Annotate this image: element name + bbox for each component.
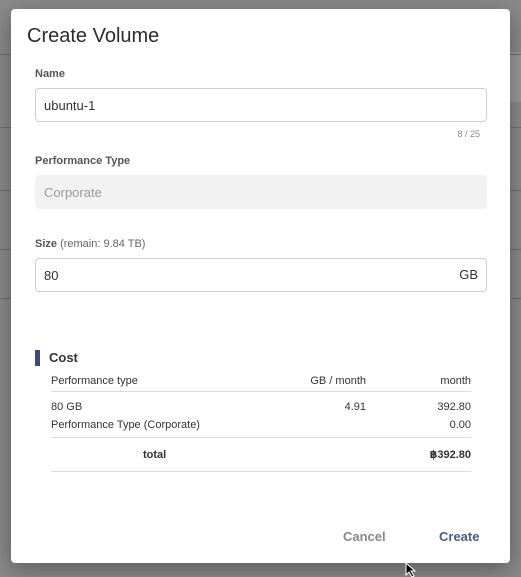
table-row: Performance Type (Corporate) 0.00: [51, 416, 471, 434]
cost-table-header: Performance type GB / month month: [51, 372, 471, 392]
dialog-title: Create Volume: [27, 25, 160, 47]
cost-table: Performance type GB / month month 80 GB …: [51, 372, 471, 472]
cost-month: 0.00: [449, 419, 471, 431]
name-label: Name: [35, 68, 65, 80]
cancel-button[interactable]: Cancel: [343, 529, 386, 544]
cost-section-title: Cost: [35, 350, 78, 366]
create-volume-dialog: Create Volume Name 8 / 25 Performance Ty…: [11, 9, 510, 563]
total-label: total: [143, 449, 167, 461]
name-input[interactable]: [35, 88, 487, 122]
mouse-cursor-icon: [405, 563, 417, 577]
size-label: Size: [35, 238, 58, 250]
cost-item: Performance Type (Corporate): [51, 419, 200, 431]
create-button[interactable]: Create: [439, 529, 479, 544]
cost-month: 392.80: [437, 401, 471, 413]
table-row: 80 GB 4.91 392.80: [51, 398, 471, 416]
cost-total-row: total ฿392.80: [51, 438, 471, 472]
total-value: ฿392.80: [429, 449, 471, 461]
background-panel: [509, 52, 521, 102]
size-label-row: Size (remain: 9.84 TB): [35, 238, 145, 250]
performance-type-input: [35, 175, 487, 209]
name-char-counter: 8 / 25: [457, 129, 480, 139]
header-gb-month: GB / month: [310, 375, 366, 387]
cost-rate: 4.91: [344, 401, 366, 413]
performance-type-label: Performance Type: [35, 155, 131, 167]
header-performance-type: Performance type: [51, 375, 138, 387]
cost-item: 80 GB: [51, 401, 83, 413]
size-unit-suffix: GB: [459, 267, 478, 282]
header-month: month: [440, 375, 471, 387]
size-input[interactable]: [35, 258, 487, 292]
size-remain-text: (remain: 9.84 TB): [60, 238, 146, 250]
